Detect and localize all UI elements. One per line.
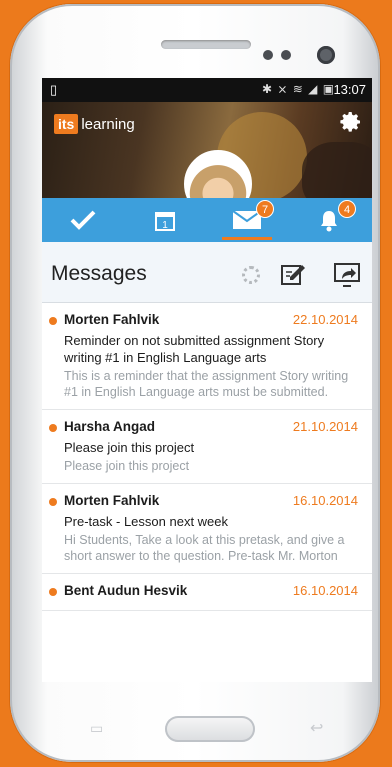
header-photo-detail: [302, 142, 372, 198]
preview: Please join this project: [64, 459, 190, 473]
logo-text: learning: [81, 115, 135, 133]
list-item[interactable]: Bent Audun Hesvik 16.10.2014: [42, 574, 372, 611]
message-list: Morten Fahlvik 22.10.2014 Reminder on no…: [42, 303, 372, 611]
loading-spinner-icon: [242, 266, 260, 284]
page-title: Messages: [51, 262, 147, 285]
calendar-icon: 1: [155, 212, 175, 231]
date: 22.10.2014: [292, 312, 358, 327]
status-bar: ▯ ✱ ⨯ ≋ ◢ ▣ 13:07: [42, 78, 372, 102]
sensor-dot: [263, 50, 273, 60]
check-icon: [70, 210, 96, 230]
messages-badge: 7: [256, 200, 274, 218]
svg-text:1: 1: [162, 220, 168, 231]
tab-calendar[interactable]: 1: [124, 198, 206, 242]
unread-dot: [49, 424, 57, 432]
profile-header: its learning: [42, 102, 372, 198]
app-logo: its learning: [54, 114, 135, 136]
sender: Morten Fahlvik: [64, 493, 160, 508]
compose-icon: [281, 265, 305, 285]
bell-icon: [321, 211, 337, 232]
earpiece-speaker: [161, 40, 251, 49]
sim-icon: ▯: [50, 82, 58, 97]
date: 16.10.2014: [292, 493, 358, 508]
preview: Hi Students, Take a look at this pretask…: [64, 533, 345, 563]
gear-icon[interactable]: [338, 110, 364, 136]
status-icons: ✱ ⨯ ≋ ◢ ▣: [262, 82, 336, 96]
logo-mark: its: [54, 114, 79, 134]
tab-messages[interactable]: 7: [206, 198, 288, 242]
list-item[interactable]: Harsha Angad 21.10.2014 Please join this…: [42, 410, 372, 484]
tab-bar: 1 7 4: [42, 198, 372, 242]
subject: Pre-task - Lesson next week: [64, 514, 229, 529]
unread-dot: [49, 588, 57, 596]
subject: Reminder on not submitted assignment Sto…: [64, 333, 325, 365]
back-key-icon[interactable]: ↩: [310, 718, 330, 737]
menu-key-icon[interactable]: ▭: [90, 720, 110, 736]
clock: 13:07: [333, 82, 366, 97]
date: 21.10.2014: [292, 419, 358, 434]
sender: Morten Fahlvik: [64, 312, 160, 327]
date: 16.10.2014: [292, 583, 358, 598]
front-camera: [317, 46, 335, 64]
list-item[interactable]: Morten Fahlvik 16.10.2014 Pre-task - Les…: [42, 484, 372, 574]
share-button[interactable]: [332, 259, 362, 289]
unread-dot: [49, 317, 57, 325]
messages-header: Messages: [42, 242, 372, 303]
sensor-dot: [281, 50, 291, 60]
phone-frame: ▯ ✱ ⨯ ≋ ◢ ▣ 13:07 its learning 1 7 4 Mes…: [10, 4, 380, 762]
tab-tasks[interactable]: [42, 198, 124, 242]
sender: Harsha Angad: [64, 419, 156, 434]
compose-button[interactable]: [278, 259, 308, 289]
unread-dot: [49, 498, 57, 506]
sender: Bent Audun Hesvik: [64, 583, 188, 598]
share-icon: [334, 263, 360, 287]
screen: ▯ ✱ ⨯ ≋ ◢ ▣ 13:07 its learning 1 7 4 Mes…: [42, 78, 372, 682]
tab-notifications[interactable]: 4: [288, 198, 370, 242]
notifications-badge: 4: [338, 200, 356, 218]
subject: Please join this project: [64, 440, 195, 455]
home-button[interactable]: [165, 716, 255, 742]
list-item[interactable]: Morten Fahlvik 22.10.2014 Reminder on no…: [42, 303, 372, 410]
preview: This is a reminder that the assignment S…: [64, 369, 349, 399]
